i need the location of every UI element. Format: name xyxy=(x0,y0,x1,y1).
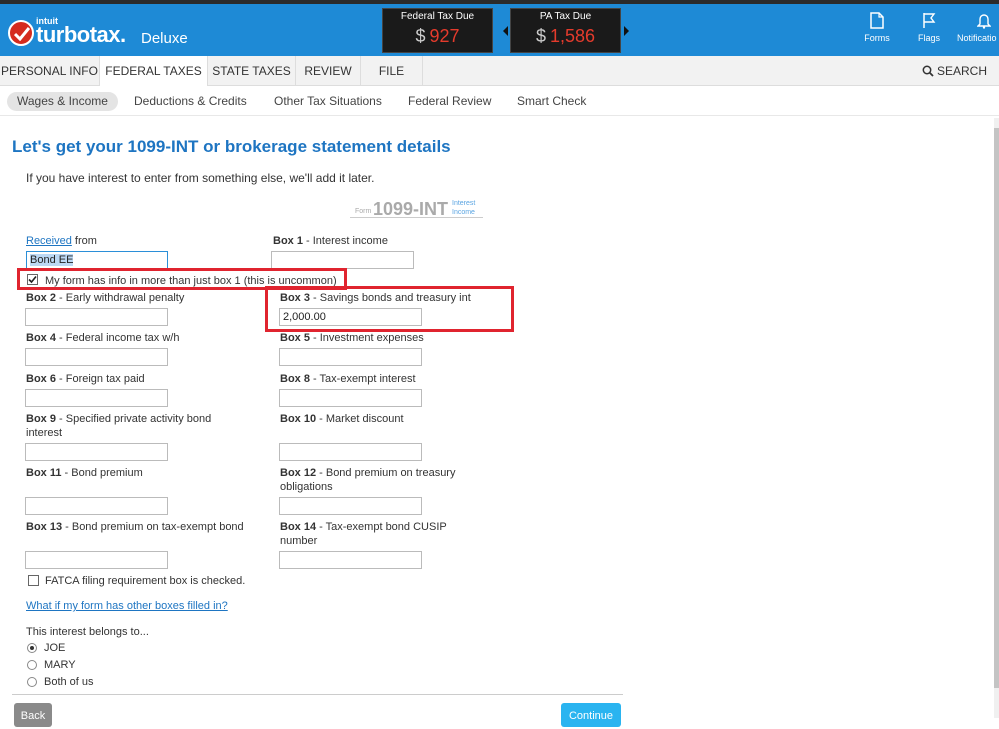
left-arrow-icon xyxy=(503,26,508,36)
main-nav: PERSONAL INFO FEDERAL TAXES STATE TAXES … xyxy=(0,56,999,87)
box14-input[interactable] xyxy=(279,551,422,569)
pa-tax-due-box[interactable]: PA Tax Due $1,586 xyxy=(510,8,621,53)
bell-icon xyxy=(977,14,991,29)
box11-input[interactable] xyxy=(25,497,168,515)
fatca-checkbox[interactable] xyxy=(28,575,39,586)
box10-input[interactable] xyxy=(279,443,422,461)
intro-text: If you have interest to enter from somet… xyxy=(26,171,375,185)
scrollbar[interactable] xyxy=(994,118,999,718)
box1-label: Box 1 - Interest income xyxy=(273,235,388,247)
multi-box-checkbox[interactable] xyxy=(27,274,38,285)
box9-label: Box 9 - Specified private activity bond i… xyxy=(26,413,212,439)
box5-label: Box 5 - Investment expenses xyxy=(280,332,424,344)
tab-review[interactable]: REVIEW xyxy=(296,56,361,86)
sub-nav: Wages & Income Deductions & Credits Othe… xyxy=(0,86,999,116)
app-header: intuit turbotax. Deluxe Federal Tax Due … xyxy=(0,4,999,56)
box8-input[interactable] xyxy=(279,389,422,407)
federal-tax-due-box[interactable]: Federal Tax Due $927 xyxy=(382,8,493,53)
back-button[interactable]: Back xyxy=(14,703,52,727)
other-boxes-link[interactable]: What if my form has other boxes filled i… xyxy=(26,599,228,613)
footer-divider xyxy=(12,694,623,695)
subtab-federal-review[interactable]: Federal Review xyxy=(408,92,491,111)
turbotax-wordmark: turbotax. xyxy=(36,22,126,47)
payer-name-input[interactable]: Bond EE xyxy=(26,251,168,269)
box5-input[interactable] xyxy=(279,348,422,366)
tab-personal-info[interactable]: PERSONAL INFO xyxy=(0,56,100,86)
box4-label: Box 4 - Federal income tax w/h xyxy=(26,332,180,344)
owner-radio-joe[interactable] xyxy=(27,643,37,653)
tab-file[interactable]: FILE xyxy=(361,56,423,86)
box12-input[interactable] xyxy=(279,497,422,515)
search-icon xyxy=(922,65,934,77)
turbotax-logo[interactable]: intuit turbotax. Deluxe xyxy=(8,12,208,52)
box6-input[interactable] xyxy=(25,389,168,407)
right-arrow-icon xyxy=(624,26,629,36)
box8-label: Box 8 - Tax-exempt interest xyxy=(280,373,416,385)
flag-icon xyxy=(923,13,936,28)
flags-button[interactable]: Flags xyxy=(905,12,953,43)
fatca-label: FATCA filing requirement box is checked. xyxy=(45,575,246,587)
box6-label: Box 6 - Foreign tax paid xyxy=(26,373,145,385)
edition-label: Deluxe xyxy=(141,30,188,47)
box3-label: Box 3 - Savings bonds and treasury int xyxy=(280,292,471,304)
owner-label-both: Both of us xyxy=(44,676,94,688)
received-from-label: Received from xyxy=(26,235,97,247)
box10-label: Box 10 - Market discount xyxy=(280,413,404,425)
received-link[interactable]: Received xyxy=(26,235,72,247)
box1-input[interactable] xyxy=(271,251,414,269)
belongs-to-label: This interest belongs to... xyxy=(26,626,149,638)
box14-label: Box 14 - Tax-exempt bond CUSIP number xyxy=(280,521,447,547)
owner-label-mary: MARY xyxy=(44,659,76,671)
form-1099-int-badge: Form 1099-INT Interest Income xyxy=(350,198,483,219)
box11-label: Box 11 - Bond premium xyxy=(26,467,143,479)
box13-input[interactable] xyxy=(25,551,168,569)
box9-input[interactable] xyxy=(25,443,168,461)
box2-label: Box 2 - Early withdrawal penalty xyxy=(26,292,185,304)
tab-federal-taxes[interactable]: FEDERAL TAXES xyxy=(100,56,208,87)
box3-input[interactable]: 2,000.00 xyxy=(279,308,422,326)
pa-tax-amount: $1,586 xyxy=(535,26,596,46)
subtab-smart-check[interactable]: Smart Check xyxy=(517,92,586,111)
page-title: Let's get your 1099-INT or brokerage sta… xyxy=(12,137,451,156)
owner-label-joe: JOE xyxy=(44,642,66,654)
box2-input[interactable] xyxy=(25,308,168,326)
notifications-button[interactable]: Notificatio xyxy=(957,12,999,43)
owner-radio-mary[interactable] xyxy=(27,660,37,670)
checkmark-logo-icon xyxy=(8,20,34,46)
pa-tax-label: PA Tax Due xyxy=(539,11,592,22)
flags-label: Flags xyxy=(917,33,940,43)
box4-input[interactable] xyxy=(25,348,168,366)
owner-radio-both[interactable] xyxy=(27,677,37,687)
federal-tax-amount: $927 xyxy=(415,26,460,46)
search-label: SEARCH xyxy=(936,64,987,78)
continue-button[interactable]: Continue xyxy=(561,703,621,727)
checkmark-icon xyxy=(28,275,37,284)
document-icon xyxy=(870,12,884,29)
box12-label: Box 12 - Bond premium on treasury obligat… xyxy=(280,467,456,493)
notifications-label: Notificatio xyxy=(957,33,997,43)
tab-state-taxes[interactable]: STATE TAXES xyxy=(208,56,296,86)
subtab-other-tax-situations[interactable]: Other Tax Situations xyxy=(274,92,382,111)
box13-label: Box 13 - Bond premium on tax-exempt bond xyxy=(26,521,244,533)
subtab-wages-income[interactable]: Wages & Income xyxy=(7,92,118,111)
subtab-deductions-credits[interactable]: Deductions & Credits xyxy=(134,92,247,111)
scrollbar-thumb[interactable] xyxy=(994,128,999,688)
forms-button[interactable]: Forms xyxy=(853,12,901,43)
federal-tax-label: Federal Tax Due xyxy=(400,11,475,22)
forms-label: Forms xyxy=(864,33,890,43)
search-button[interactable]: SEARCH xyxy=(922,64,987,78)
